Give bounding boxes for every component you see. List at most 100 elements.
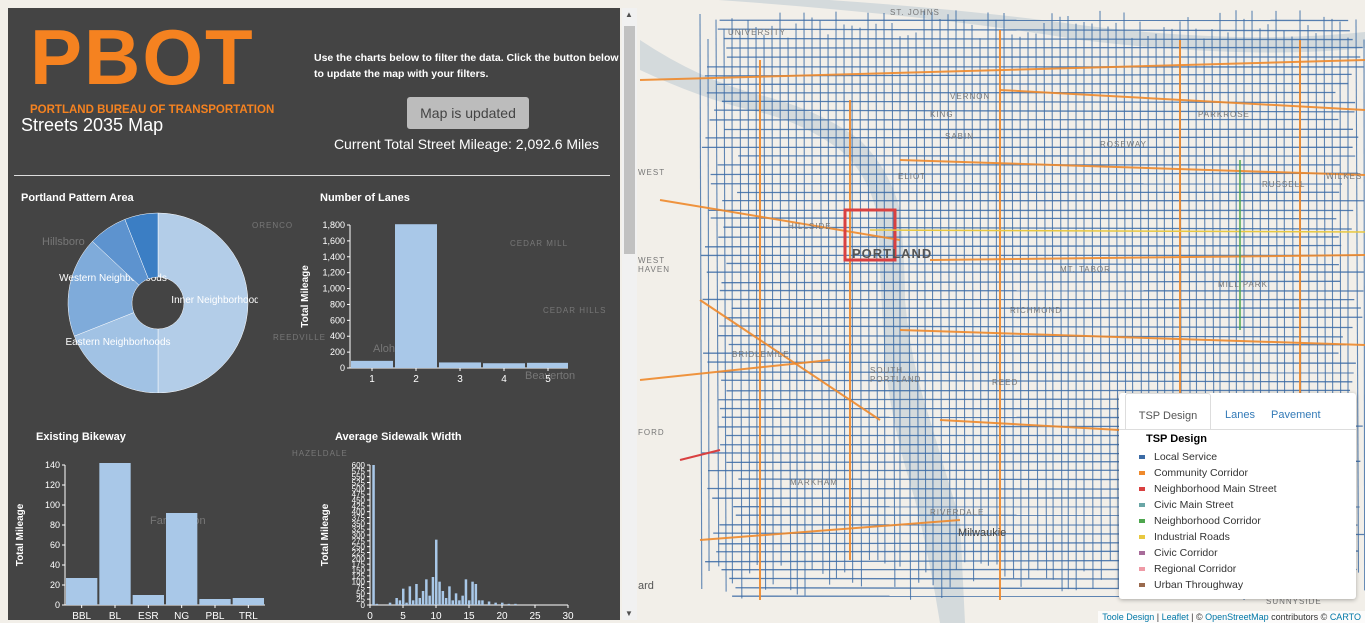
bar <box>431 577 435 605</box>
bar <box>468 600 471 605</box>
map-label: SABIN <box>945 132 975 141</box>
carto-link[interactable]: CARTO <box>1330 612 1361 622</box>
bar <box>507 603 511 605</box>
tab-pavement[interactable]: Pavement <box>1271 393 1321 427</box>
bar <box>418 598 421 605</box>
y-tick-label: 1,600 <box>322 236 345 246</box>
bar <box>451 600 454 605</box>
x-tick-label: 5 <box>545 374 551 385</box>
map-label: RICHMOND <box>1010 306 1062 315</box>
map-label: RUSSELL <box>1262 180 1306 189</box>
map-label: ORENCO <box>252 221 294 230</box>
legend-label: Civic Main Street <box>1154 499 1234 511</box>
y-tick-label: 400 <box>330 331 345 341</box>
bikeway-bar-chart[interactable]: 0 20 40 60 80 100 120 140 Total Mileage BBL BL ESR N… <box>8 443 273 623</box>
y-tick-label: 40 <box>50 560 60 570</box>
map-label: PARKROSE <box>1198 110 1250 119</box>
map-label: BRIDLEMILE <box>732 350 790 359</box>
y-tick-label: 60 <box>50 540 60 550</box>
y-tick-label: 1,000 <box>322 284 345 294</box>
map-label: ELIOT <box>898 172 927 181</box>
map-label: MT. TABOR <box>1060 265 1111 274</box>
x-tick-label: 5 <box>400 611 406 622</box>
tab-tsp-design[interactable]: TSP Design <box>1125 393 1211 430</box>
update-map-button[interactable]: Map is updated <box>407 97 529 129</box>
sidewalk-bar-chart[interactable]: 0255075100125150175200225250275300325350… <box>308 443 578 623</box>
map-label: VERNON <box>950 92 991 101</box>
pattern-area-pie-chart[interactable]: Inner Neighborhoods Eastern Neighborhoods… <box>58 203 258 393</box>
x-tick-label: 2 <box>413 374 419 385</box>
panel-scrollbar[interactable]: ▲ ▼ <box>622 8 637 620</box>
page-title: Streets 2035 Map <box>21 115 164 135</box>
pbot-wordmark: PBOT <box>30 13 255 101</box>
bar <box>351 360 393 368</box>
bar <box>454 593 458 605</box>
bar <box>166 513 198 605</box>
total-mileage: Current Total Street Mileage: 2,092.6 Mi… <box>333 136 600 152</box>
map-label: ROSEWAY <box>1100 140 1148 149</box>
legend-swatch <box>1139 519 1145 524</box>
bar <box>439 362 481 368</box>
x-tick-label: NG <box>174 611 189 622</box>
bar <box>438 581 441 605</box>
bar <box>395 224 437 368</box>
y-tick-label: 1,800 <box>322 220 345 230</box>
y-tick-label: 1,400 <box>322 252 345 262</box>
x-tick-label: 30 <box>562 611 574 622</box>
bar <box>448 586 451 605</box>
y-tick-label: 100 <box>45 500 60 510</box>
map-label: ST. JOHNS <box>890 8 940 17</box>
map-label: WILKES <box>1326 172 1363 181</box>
bar <box>402 588 405 605</box>
bar <box>494 602 497 605</box>
y-tick-label: 120 <box>45 480 60 490</box>
legend-item: Civic Main Street <box>1139 498 1233 512</box>
legend-item: Urban Throughway <box>1139 578 1243 592</box>
legend-item: Neighborhood Corridor <box>1139 514 1261 528</box>
bar <box>501 602 504 605</box>
attribution-text: contributors © <box>1268 612 1330 622</box>
map-label: WEST <box>638 168 666 177</box>
scroll-down-icon[interactable]: ▼ <box>625 609 633 618</box>
y-axis-label: Total Mileage <box>320 503 331 566</box>
bar <box>474 584 478 605</box>
tab-lanes[interactable]: Lanes <box>1225 393 1255 427</box>
bar <box>481 600 484 605</box>
lanes-bar-chart[interactable]: 0 200 400 600 800 1,000 1,200 1,400 1,600 1,800 To… <box>293 203 568 393</box>
scroll-thumb[interactable] <box>624 26 635 254</box>
osm-link[interactable]: OpenStreetMap <box>1205 612 1269 622</box>
legend-label: Regional Corridor <box>1154 563 1237 575</box>
bar <box>458 600 461 605</box>
map-label: REED <box>992 378 1019 387</box>
map-label: FORD <box>638 428 665 437</box>
y-tick-label: 600 <box>330 315 345 325</box>
map-label: RIVERDALE <box>930 508 985 517</box>
legend-item: Local Service <box>1139 450 1217 464</box>
legend-swatch <box>1139 551 1145 556</box>
scroll-up-icon[interactable]: ▲ <box>625 10 633 19</box>
leaflet-link[interactable]: Leaflet <box>1162 612 1189 622</box>
bar <box>411 600 415 605</box>
x-tick-label: 1 <box>369 374 375 385</box>
x-tick-label: 20 <box>496 611 508 622</box>
tab-divider <box>1119 429 1356 430</box>
y-tick-label: 80 <box>50 520 60 530</box>
divider <box>14 175 610 176</box>
legend-swatch <box>1139 487 1145 492</box>
legend-label: Neighborhood Corridor <box>1154 515 1261 527</box>
legend-swatch <box>1139 471 1145 476</box>
bar <box>415 584 418 605</box>
map-label: Milwaukie <box>958 527 1007 539</box>
toole-link[interactable]: Toole Design <box>1102 612 1154 622</box>
x-tick-label: 0 <box>367 611 373 622</box>
bar <box>388 602 392 605</box>
map-legend: TSP Design Lanes Pavement TSP Design Loc… <box>1119 393 1356 599</box>
legend-item: Industrial Roads <box>1139 530 1230 544</box>
x-tick-label: ESR <box>138 611 159 622</box>
x-tick-label: BBL <box>72 611 91 622</box>
map-label: HILLSIDE <box>788 222 832 231</box>
map-label: ard <box>638 580 654 592</box>
legend-label: Community Corridor <box>1154 467 1248 479</box>
x-tick-label: 3 <box>457 374 463 385</box>
y-tick-label: 800 <box>330 299 345 309</box>
